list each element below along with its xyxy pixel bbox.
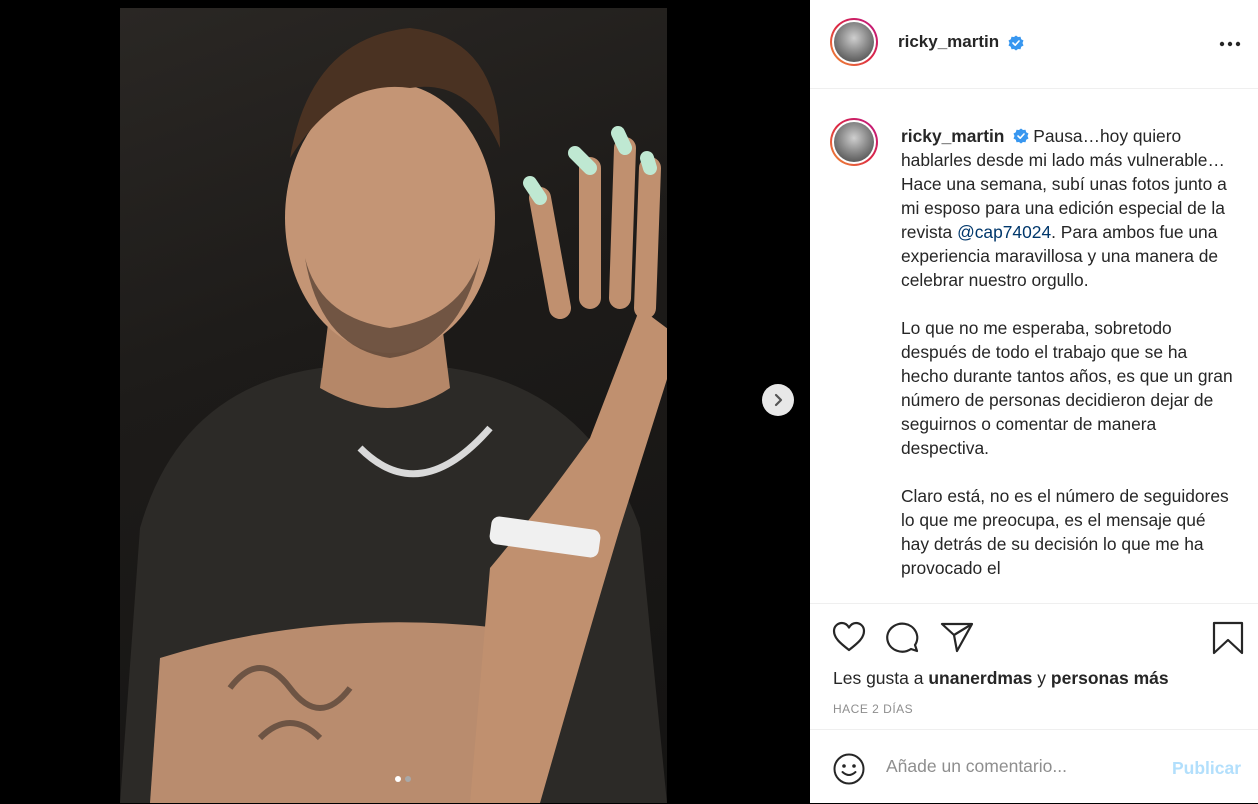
heart-icon [832,621,866,652]
emoji-button[interactable] [832,752,866,791]
caption-username[interactable]: ricky_martin [901,126,1004,146]
carousel-dot [405,776,411,782]
caption-paragraph-2: Lo que no me esperaba, sobretodo después… [901,318,1233,458]
bookmark-icon [1212,621,1244,655]
carousel-next-button[interactable] [762,384,794,416]
carousel-indicator [395,776,411,782]
post-header: ricky_martin [810,0,1258,89]
post-sidebar: ricky_martin ricky_martin Pausa…hoy quie… [810,0,1258,803]
likes-summary: Les gusta a unanerdmas y personas más [833,668,1169,689]
post-photo[interactable] [120,8,667,803]
likes-others-link[interactable]: personas más [1051,668,1169,688]
verified-badge-icon [1008,35,1024,51]
send-icon [940,622,974,653]
like-button[interactable] [832,621,866,658]
likes-prefix: Les gusta a [833,668,929,688]
liked-by-user[interactable]: unanerdmas [928,668,1032,688]
publish-button[interactable]: Publicar [1172,758,1241,779]
comment-button[interactable] [886,621,920,658]
comment-icon [886,622,919,653]
photo-illustration [120,28,667,803]
carousel-dot-active [395,776,401,782]
caption-paragraph-3: Claro está, no es el número de seguidore… [901,486,1229,578]
emoji-icon [833,753,865,785]
comment-input[interactable] [886,756,1156,777]
chevron-right-icon [774,393,783,407]
comment-box: Publicar [810,729,1258,804]
caption-avatar[interactable] [830,118,878,166]
mention-link[interactable]: @cap74024 [957,222,1051,242]
caption-text: ricky_martin Pausa…hoy quiero hablarles … [901,124,1237,603]
avatar[interactable] [830,18,878,66]
share-button[interactable] [940,621,974,658]
more-horizontal-icon [1219,41,1241,47]
post-timestamp[interactable]: HACE 2 DÍAS [833,702,913,716]
post-actions: Les gusta a unanerdmas y personas más HA… [810,603,1258,729]
verified-badge-icon [1013,128,1029,144]
more-options-button[interactable] [1218,34,1242,59]
save-button[interactable] [1212,621,1244,660]
header-username[interactable]: ricky_martin [898,32,999,51]
likes-middle: y [1032,668,1051,688]
media-viewer [0,0,810,803]
caption-area: ricky_martin Pausa…hoy quiero hablarles … [810,89,1258,603]
